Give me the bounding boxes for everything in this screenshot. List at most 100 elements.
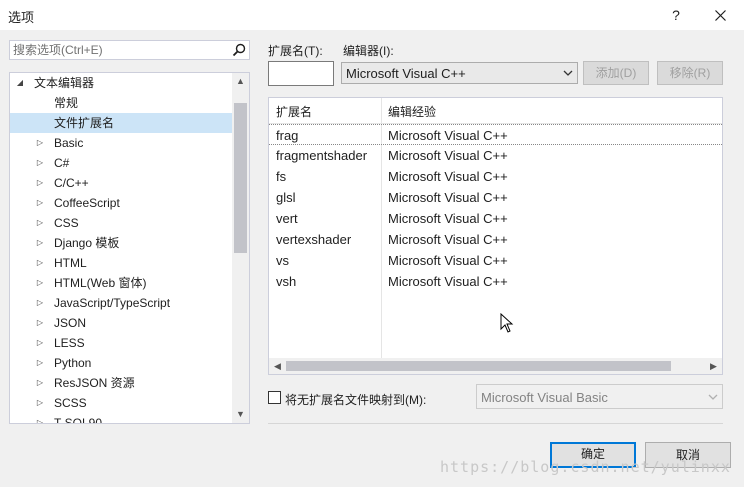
extension-label: 扩展名(T):: [268, 44, 323, 58]
tree-item-label: Python: [54, 356, 92, 370]
tree-item[interactable]: ▷ CoffeeScript: [10, 193, 232, 213]
extension-input[interactable]: [268, 61, 334, 86]
collapsed-arrow-icon[interactable]: ▷: [34, 333, 46, 353]
tree-item[interactable]: ▷ HTML(Web 窗体): [10, 273, 232, 293]
collapsed-arrow-icon[interactable]: ▷: [34, 133, 46, 153]
collapsed-arrow-icon[interactable]: ▷: [34, 293, 46, 313]
tree-item[interactable]: ▷ C#: [10, 153, 232, 173]
options-tree: ◢ 文本编辑器 常规 文件扩展名 ▷ Basic ▷ C# ▷ C/C++ ▷ CoffeeScrip…: [9, 72, 250, 424]
tree-item[interactable]: ▷ T-SQL90: [10, 413, 232, 424]
collapsed-arrow-icon[interactable]: ▷: [34, 193, 46, 213]
extension-cell: fs: [276, 169, 287, 184]
tree-item-label: HTML(Web 窗体): [54, 276, 147, 290]
table-row[interactable]: glsl Microsoft Visual C++: [269, 187, 722, 208]
window-title: 选项: [8, 10, 35, 25]
collapsed-arrow-icon[interactable]: ▷: [34, 393, 46, 413]
tree-item[interactable]: ▷ JavaScript/TypeScript: [10, 293, 232, 313]
tree-item[interactable]: 文件扩展名: [10, 113, 232, 133]
tree-item[interactable]: ▷ HTML: [10, 253, 232, 273]
tree-item[interactable]: 常规: [10, 93, 232, 113]
extension-cell: glsl: [276, 190, 296, 205]
scroll-down-icon[interactable]: ▼: [232, 406, 249, 423]
tree-item-label: T-SQL90: [54, 416, 103, 424]
tree-item-label: C/C++: [54, 176, 89, 190]
close-button[interactable]: [704, 0, 738, 30]
table-row[interactable]: fs Microsoft Visual C++: [269, 166, 722, 187]
editor-cell: Microsoft Visual C++: [388, 274, 508, 289]
table-row[interactable]: vs Microsoft Visual C++: [269, 250, 722, 271]
remove-button[interactable]: 移除(R): [657, 61, 723, 85]
editor-label: 编辑器(I):: [343, 44, 394, 58]
chevron-down-icon: [563, 70, 573, 76]
extension-cell: vert: [276, 211, 298, 226]
tree-item[interactable]: ▷ LESS: [10, 333, 232, 353]
search-input[interactable]: [13, 42, 223, 58]
extension-cell: fragmentshader: [276, 148, 368, 163]
table-horizontal-scrollbar[interactable]: ◀ ▶: [269, 358, 722, 374]
mouse-cursor-icon: [500, 313, 514, 333]
tree-item[interactable]: ▷ ResJSON 资源: [10, 373, 232, 393]
editor-cell: Microsoft Visual C++: [388, 253, 508, 268]
column-header-extension[interactable]: 扩展名: [276, 103, 312, 120]
collapsed-arrow-icon[interactable]: ▷: [34, 213, 46, 233]
tree-item[interactable]: ▷ Django 模板: [10, 233, 232, 253]
map-editor-select-value: Microsoft Visual Basic: [481, 390, 608, 405]
map-extensionless-label[interactable]: 将无扩展名文件映射到(M):: [285, 391, 426, 408]
tree-item[interactable]: ▷ C/C++: [10, 173, 232, 193]
editor-cell: Microsoft Visual C++: [388, 190, 508, 205]
title-bar: 选项 ?: [0, 0, 744, 30]
add-button[interactable]: 添加(D): [583, 61, 649, 85]
tree-item[interactable]: ▷ JSON: [10, 313, 232, 333]
table-row[interactable]: vsh Microsoft Visual C++: [269, 271, 722, 292]
map-editor-select[interactable]: Microsoft Visual Basic: [476, 384, 723, 409]
search-icon[interactable]: [232, 43, 246, 57]
scroll-up-icon[interactable]: ▲: [232, 73, 249, 90]
editor-select-value: Microsoft Visual C++: [346, 66, 466, 81]
collapsed-arrow-icon[interactable]: ▷: [34, 313, 46, 333]
tree-item-label: SCSS: [54, 396, 87, 410]
tree-item-label: 文本编辑器: [34, 76, 95, 90]
editor-select[interactable]: Microsoft Visual C++: [341, 62, 578, 84]
collapsed-arrow-icon[interactable]: ▷: [34, 373, 46, 393]
tree-item[interactable]: ▷ CSS: [10, 213, 232, 233]
scroll-right-icon[interactable]: ▶: [705, 358, 722, 374]
tree-item-label: CoffeeScript: [54, 196, 120, 210]
scroll-thumb[interactable]: [286, 361, 671, 371]
table-header: 扩展名 编辑经验: [269, 98, 722, 124]
watermark: https://blog.csdn.net/yulinxx: [440, 458, 731, 476]
extension-cell: vsh: [276, 274, 297, 289]
collapsed-arrow-icon[interactable]: ▷: [34, 233, 46, 253]
footer-separator: [268, 423, 723, 424]
scroll-left-icon[interactable]: ◀: [269, 358, 286, 374]
table-row[interactable]: vertexshader Microsoft Visual C++: [269, 229, 722, 250]
tree-item[interactable]: ▷ Basic: [10, 133, 232, 153]
collapsed-arrow-icon[interactable]: ▷: [34, 273, 46, 293]
tree-item-label: 文件扩展名: [54, 116, 115, 130]
tree-vertical-scrollbar[interactable]: ▲ ▼: [232, 73, 249, 423]
expanded-arrow-icon[interactable]: ◢: [14, 73, 26, 93]
collapsed-arrow-icon[interactable]: ▷: [34, 153, 46, 173]
help-button[interactable]: ?: [660, 0, 692, 30]
collapsed-arrow-icon[interactable]: ▷: [34, 253, 46, 273]
map-extensionless-checkbox[interactable]: [268, 391, 281, 404]
tree-item[interactable]: ▷ SCSS: [10, 393, 232, 413]
editor-cell: Microsoft Visual C++: [388, 232, 508, 247]
table-row[interactable]: fragmentshader Microsoft Visual C++: [269, 145, 722, 166]
tree-item-label: CSS: [54, 216, 79, 230]
tree-item[interactable]: ▷ Python: [10, 353, 232, 373]
table-row[interactable]: frag Microsoft Visual C++: [269, 124, 722, 145]
tree-item-label: Django 模板: [54, 236, 120, 250]
tree-item[interactable]: ◢ 文本编辑器: [10, 73, 232, 93]
collapsed-arrow-icon[interactable]: ▷: [34, 173, 46, 193]
scroll-thumb[interactable]: [234, 103, 247, 253]
tree-item-label: JavaScript/TypeScript: [54, 296, 171, 310]
collapsed-arrow-icon[interactable]: ▷: [34, 413, 46, 423]
column-header-editor[interactable]: 编辑经验: [388, 103, 436, 120]
table-row[interactable]: vert Microsoft Visual C++: [269, 208, 722, 229]
tree-item-label: C#: [54, 156, 70, 170]
tree-item-label: JSON: [54, 316, 87, 330]
extension-cell: vertexshader: [276, 232, 352, 247]
tree-item-label: 常规: [54, 96, 79, 110]
collapsed-arrow-icon[interactable]: ▷: [34, 353, 46, 373]
editor-cell: Microsoft Visual C++: [388, 169, 508, 184]
